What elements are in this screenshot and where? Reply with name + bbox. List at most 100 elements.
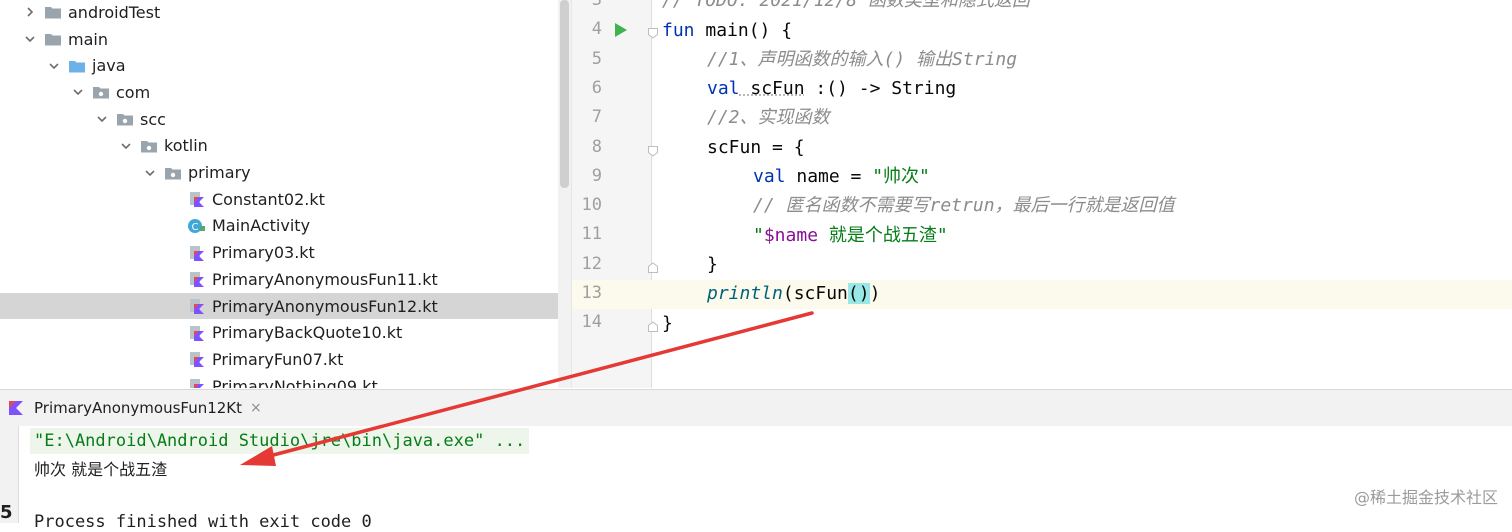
chevron-down-icon[interactable] xyxy=(46,58,62,74)
project-tree: androidTest main java com scc kotlin primary Co… xyxy=(0,0,558,388)
tree-item-primaryanonymousfun11-kt[interactable]: PrimaryAnonymousFun11.kt xyxy=(0,266,558,293)
fold-marker-icon[interactable] xyxy=(647,24,659,39)
tree-item-primaryfun07-kt[interactable]: PrimaryFun07.kt xyxy=(0,346,558,373)
chevron-down-icon[interactable] xyxy=(118,138,134,154)
tree-item-label: PrimaryAnonymousFun12.kt xyxy=(212,296,438,316)
tree-item-com[interactable]: com xyxy=(0,79,558,106)
tree-item-label: java xyxy=(92,56,126,76)
code-line-11: "$name 就是个战五渣" xyxy=(753,221,948,250)
tree-item-primary[interactable]: primary xyxy=(0,159,558,186)
variable-scfun: scFun xyxy=(739,78,805,100)
line-number: 13 xyxy=(581,283,602,303)
tree-item-label: PrimaryBackQuote10.kt xyxy=(212,323,403,343)
line-number: 6 xyxy=(591,77,602,98)
line-number: 5 xyxy=(591,48,602,69)
package-icon xyxy=(92,84,110,100)
kotlin-run-config-icon xyxy=(9,401,23,415)
tree-item-label: main xyxy=(68,29,108,49)
string-literal: " xyxy=(753,224,764,246)
chevron-down-icon[interactable] xyxy=(22,31,38,47)
line-number: 12 xyxy=(581,253,602,274)
code-text: } xyxy=(662,312,673,334)
package-icon xyxy=(116,111,134,127)
tree-item-primaryanonymousfun12-kt[interactable]: PrimaryAnonymousFun12.kt xyxy=(0,292,558,320)
tree-item-java[interactable]: java xyxy=(0,52,558,79)
tree-item-kotlin[interactable]: kotlin xyxy=(0,133,558,160)
function-call-println: println xyxy=(707,283,783,305)
tree-item-mainactivity[interactable]: C MainActivity xyxy=(0,213,558,240)
code-text: name = xyxy=(785,166,873,187)
tree-item-primary03-kt[interactable]: Primary03.kt xyxy=(0,239,558,266)
source-folder-icon xyxy=(68,58,86,74)
keyword-fun: fun xyxy=(662,19,695,41)
close-tab-icon[interactable]: × xyxy=(250,400,262,416)
code-text: } xyxy=(707,253,718,275)
package-icon xyxy=(164,165,182,181)
code-line-8: scFun = { xyxy=(707,133,805,162)
watermark: @稀土掘金技术社区 xyxy=(1353,488,1498,507)
code-comment: //1、声明函数的输入() 输出String xyxy=(707,48,1018,70)
line-number: 14 xyxy=(581,312,602,333)
console-command-line: "E:\Android\Android Studio\jre\bin\java.… xyxy=(30,428,530,454)
code-text: main() { xyxy=(694,19,793,41)
code-line-10: // 匿名函数不需要写retrun，最后一行就是返回值 xyxy=(753,191,1175,220)
tree-item-label: scc xyxy=(140,109,166,129)
tree-item-primarybackquote10-kt[interactable]: PrimaryBackQuote10.kt xyxy=(0,319,558,346)
kotlin-class-icon: C xyxy=(188,218,206,234)
code-comment: // 匿名函数不需要写retrun，最后一行就是返回值 xyxy=(753,195,1175,217)
console-output-line: 帅次 就是个战五渣 xyxy=(34,460,168,479)
tree-item-label: PrimaryAnonymousFun11.kt xyxy=(212,269,438,289)
string-template-var: $name xyxy=(763,224,819,246)
run-panel-header: PrimaryAnonymousFun12Kt × xyxy=(0,389,1512,426)
fold-marker-icon[interactable] xyxy=(647,142,659,157)
code-text: scFun = { xyxy=(707,136,805,158)
project-tree-scrollbar[interactable] xyxy=(558,0,571,388)
string-literal: "帅次" xyxy=(872,166,930,187)
chevron-down-icon[interactable] xyxy=(142,165,158,181)
line-number: 3 xyxy=(591,0,602,10)
string-literal: 就是个战五渣" xyxy=(818,224,948,246)
line-number: 10 xyxy=(581,195,602,216)
code-line-6: val scFun :() -> String xyxy=(707,74,956,103)
scrollbar-thumb[interactable] xyxy=(560,0,569,188)
code-line-14: } xyxy=(662,309,673,338)
matched-paren-highlight: () xyxy=(847,283,870,305)
folder-icon xyxy=(44,4,62,20)
code-line-3: // TODO: 2021/12/8 函数类型和隐式返回 xyxy=(662,0,1030,15)
tree-item-label: Constant02.kt xyxy=(212,189,325,209)
code-text: (scFun xyxy=(782,283,848,305)
code-comment: //2、实现函数 xyxy=(707,107,830,129)
fold-end-marker-icon[interactable] xyxy=(647,318,659,332)
tree-item-label: Primary03.kt xyxy=(212,243,315,263)
chevron-down-icon[interactable] xyxy=(94,111,110,127)
tree-item-main[interactable]: main xyxy=(0,26,558,53)
tree-item-androidtest[interactable]: androidTest xyxy=(0,0,558,26)
line-number: 4 xyxy=(591,19,602,40)
tree-item-label: kotlin xyxy=(164,136,208,156)
kotlin-file-icon xyxy=(188,378,206,388)
tree-item-constant02-kt[interactable]: Constant02.kt xyxy=(0,186,558,213)
run-tab[interactable]: PrimaryAnonymousFun12Kt × xyxy=(0,390,262,426)
code-line-9: val name = "帅次" xyxy=(753,162,930,191)
kotlin-file-icon xyxy=(188,325,206,341)
code-text: :() -> String xyxy=(804,78,957,100)
fold-end-marker-icon[interactable] xyxy=(647,259,659,273)
tree-item-primarynothing09-kt[interactable]: PrimaryNothing09.kt xyxy=(0,373,558,388)
line-number: 7 xyxy=(591,107,602,128)
toolbar-partial-label: 5 xyxy=(0,502,13,523)
folder-icon xyxy=(44,31,62,47)
package-icon xyxy=(140,138,158,154)
code-line-7: //2、实现函数 xyxy=(707,103,830,132)
kotlin-file-icon xyxy=(188,271,206,288)
line-number: 11 xyxy=(581,224,602,245)
chevron-right-icon[interactable] xyxy=(22,4,38,20)
tree-item-scc[interactable]: scc xyxy=(0,106,558,133)
chevron-down-icon[interactable] xyxy=(70,84,86,100)
run-gutter-icon[interactable] xyxy=(614,22,628,38)
